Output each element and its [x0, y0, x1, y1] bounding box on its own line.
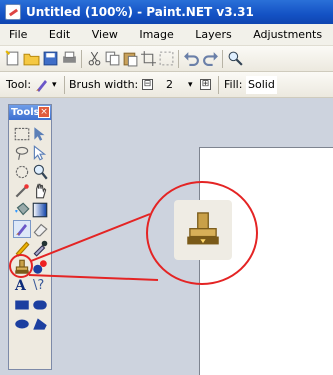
menu-layers[interactable]: Layers [195, 28, 231, 41]
freeform-shape-icon[interactable] [31, 315, 49, 333]
deselect-icon[interactable] [158, 50, 175, 67]
recolor-icon[interactable] [31, 258, 49, 276]
rectangle-select-icon[interactable] [13, 125, 31, 143]
print-icon[interactable] [61, 50, 78, 67]
copy-icon[interactable] [104, 50, 121, 67]
crop-icon[interactable] [140, 50, 157, 67]
tools-window: Tools × A \? [8, 104, 52, 370]
brush-width-label: Brush width: [69, 78, 139, 91]
paste-icon[interactable] [122, 50, 139, 67]
clone-stamp-icon [187, 212, 219, 245]
menu-edit[interactable]: Edit [49, 28, 70, 41]
tool-options-bar: Tool: ▾ Brush width: ⊟ 2 ▾ ⊞ Fill: Solid [0, 72, 333, 98]
tools-close-button[interactable]: × [38, 106, 50, 118]
rounded-rectangle-icon[interactable] [31, 296, 49, 314]
lasso-select-icon[interactable] [13, 144, 31, 162]
zoom-icon[interactable] [227, 50, 244, 67]
menu-adjustments[interactable]: Adjustments [253, 28, 322, 41]
pan-icon[interactable] [31, 182, 49, 200]
brush-width-value[interactable]: 2 [166, 72, 173, 98]
redo-icon[interactable] [202, 50, 219, 67]
clone-stamp-icon[interactable] [13, 258, 31, 276]
menu-bar: File Edit View Image Layers Adjustments [0, 24, 333, 46]
paintbrush-icon[interactable] [34, 77, 50, 93]
window-title: Untitled (100%) - Paint.NET v3.31 [26, 5, 254, 19]
tool-label: Tool: [6, 78, 32, 91]
color-picker-icon[interactable] [31, 239, 49, 257]
fill-dropdown[interactable]: Solid [246, 76, 277, 94]
undo-icon[interactable] [183, 50, 200, 67]
paint-net-app-icon [5, 4, 21, 20]
gradient-icon[interactable] [31, 201, 49, 219]
paint-bucket-icon[interactable] [13, 201, 31, 219]
brush-width-decrease-button[interactable]: ⊟ [142, 79, 153, 90]
menu-file[interactable]: File [9, 28, 27, 41]
ellipse-select-icon[interactable] [13, 163, 31, 181]
save-icon[interactable] [42, 50, 59, 67]
rectangle-icon[interactable] [13, 296, 31, 314]
toolbar-separator [178, 50, 179, 68]
magic-wand-icon[interactable] [13, 182, 31, 200]
brush-width-increase-button[interactable]: ⊞ [200, 79, 211, 90]
tools-title-text: Tools [11, 107, 40, 118]
callout-zoomed-tool [174, 200, 232, 260]
eraser-icon[interactable] [31, 220, 49, 238]
cut-icon[interactable] [86, 50, 103, 67]
toolbar-separator [64, 76, 65, 94]
brush-width-dropdown-icon[interactable]: ▾ [188, 72, 193, 98]
toolbar-separator [222, 50, 223, 68]
move-selection-icon[interactable] [31, 125, 49, 143]
pencil-icon[interactable] [13, 239, 31, 257]
zoom-icon[interactable] [31, 163, 49, 181]
line-curve-icon[interactable]: \? [33, 277, 51, 295]
paintbrush-icon[interactable] [13, 220, 31, 238]
ellipse-icon[interactable] [13, 315, 31, 333]
menu-image[interactable]: Image [139, 28, 173, 41]
title-bar: Untitled (100%) - Paint.NET v3.31 [0, 0, 333, 24]
open-icon[interactable] [23, 50, 40, 67]
menu-view[interactable]: View [92, 28, 118, 41]
tool-dropdown-arrow-icon[interactable]: ▾ [52, 72, 57, 98]
main-toolbar [0, 46, 333, 72]
move-selected-icon[interactable] [31, 144, 49, 162]
new-icon[interactable] [4, 50, 21, 67]
text-icon[interactable]: A [15, 277, 33, 295]
fill-label: Fill: [224, 78, 243, 91]
toolbar-separator [81, 50, 82, 68]
toolbar-separator [218, 76, 219, 94]
